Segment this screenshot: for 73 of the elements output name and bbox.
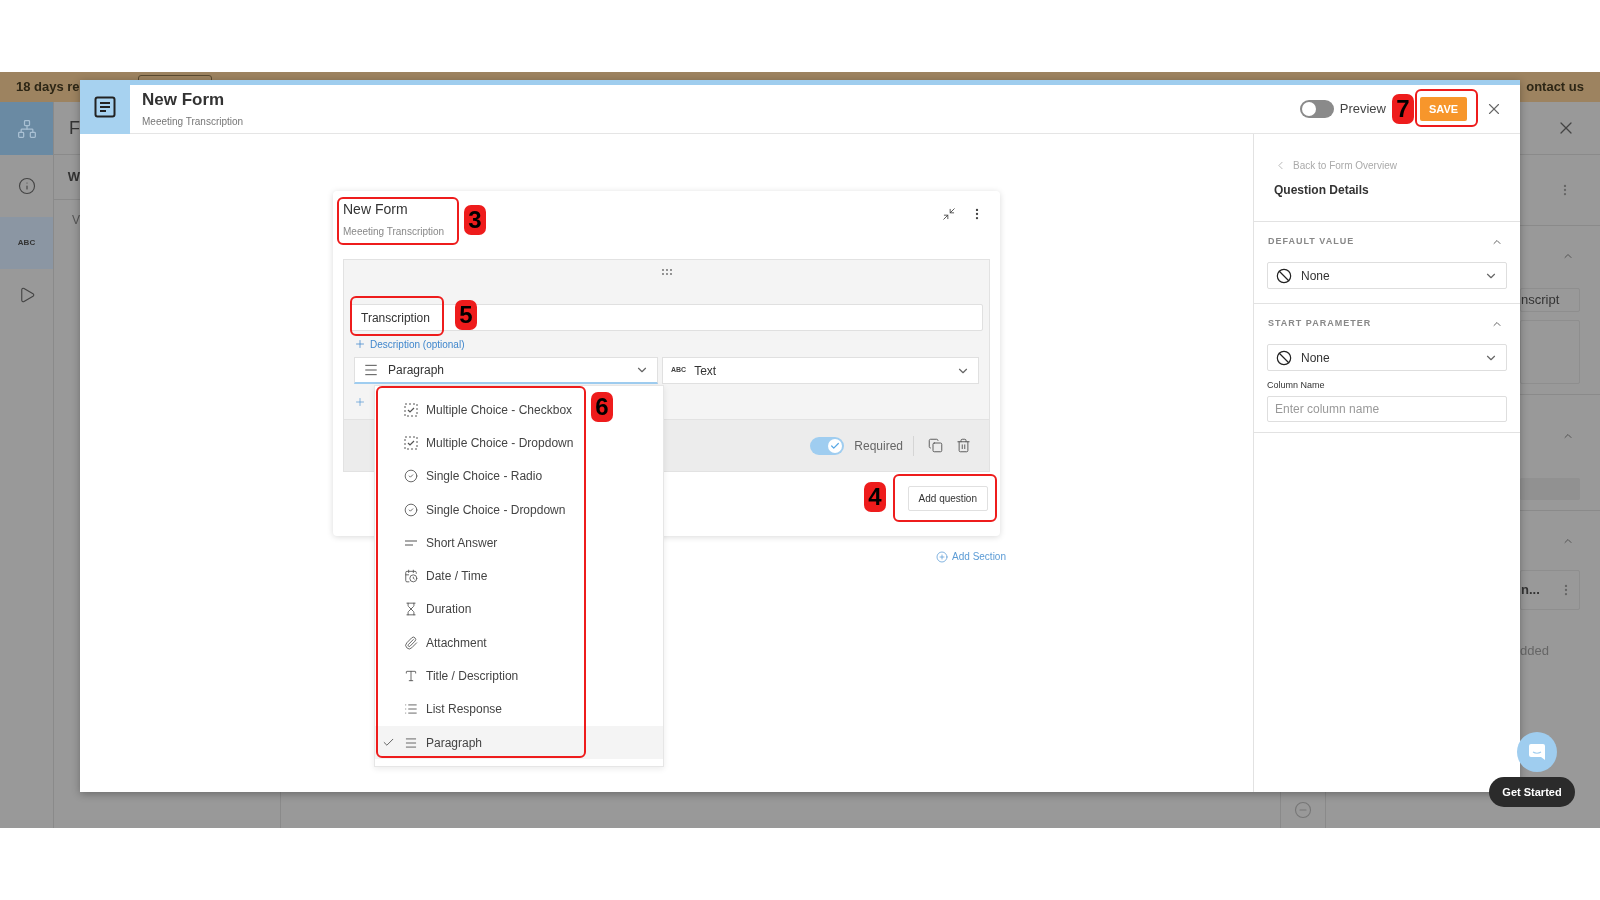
plus-icon	[354, 338, 366, 350]
dashed-checkbox-icon	[404, 402, 418, 417]
section-heading: DEFAULT VALUE	[1268, 235, 1355, 249]
network-icon[interactable]	[16, 118, 37, 139]
menu-item[interactable]: Title / Description	[380, 659, 582, 693]
dashed-checkbox-icon	[404, 435, 418, 450]
paperclip-icon	[404, 635, 418, 650]
value-select[interactable]: None	[1267, 344, 1507, 371]
document-icon	[94, 95, 116, 118]
menu-item[interactable]: Single Choice - Dropdown	[380, 492, 582, 527]
collapse-icon[interactable]	[942, 207, 956, 221]
preview-toggle[interactable]	[1299, 100, 1334, 118]
circle-check-icon	[404, 469, 418, 484]
text-type-icon	[404, 669, 418, 683]
plus-circle-icon	[936, 550, 949, 563]
menu-item[interactable]: Short Answer	[380, 526, 582, 560]
dialog-subtitle: Meeeting Transcription	[142, 114, 244, 129]
none-icon	[1276, 349, 1292, 366]
menu-item[interactable]: Date / Time	[380, 559, 582, 593]
input-field[interactable]: nscript	[1520, 288, 1580, 312]
section-heading: START PARAMETER	[1268, 317, 1372, 331]
add-description-link[interactable]: Description (optional)	[354, 336, 465, 352]
banner-link[interactable]: ontact us	[1526, 77, 1584, 97]
item-card[interactable]: n...	[1520, 570, 1580, 610]
drag-handle-icon[interactable]	[661, 269, 672, 275]
duplicate-icon[interactable]	[928, 438, 943, 453]
circle-check-icon	[404, 502, 418, 517]
lines-icon	[363, 362, 379, 378]
field-label: Column Name	[1267, 379, 1326, 392]
menu-item[interactable]: Paragraph	[375, 725, 663, 760]
value-select[interactable]: None	[1267, 262, 1507, 289]
chat-bubble-icon	[1528, 743, 1546, 761]
label-text: V	[72, 212, 80, 229]
menu-item[interactable]: Attachment	[380, 626, 582, 660]
short-lines-icon	[404, 538, 418, 547]
panel-title: Question Details	[1274, 182, 1370, 199]
minus-circle-icon[interactable]	[1294, 801, 1312, 819]
get-started-button[interactable]: Get Started	[1489, 777, 1575, 807]
question-type-select[interactable]: Paragraph	[354, 357, 658, 384]
column-name-field[interactable]: Enter column name	[1267, 395, 1507, 422]
step-badge: 7	[1392, 94, 1414, 124]
add-question-button[interactable]: Add question	[907, 486, 988, 511]
required-toggle[interactable]	[810, 436, 845, 455]
step-badge: 5	[455, 300, 477, 330]
step-badge: 6	[591, 392, 613, 422]
none-icon	[1276, 267, 1292, 284]
menu-item[interactable]: Multiple Choice - Dropdown	[380, 426, 582, 460]
banner-text: 18 days re	[16, 78, 80, 97]
menu-item[interactable]: Single Choice - Radio	[380, 459, 582, 493]
info-icon[interactable]	[17, 177, 36, 195]
required-label: Required	[854, 437, 903, 455]
step-badge: 4	[864, 482, 886, 512]
tab-text: W	[67, 168, 80, 187]
lines-icon	[404, 735, 418, 750]
menu-item[interactable]: Duration	[380, 592, 582, 627]
preview-label: Preview	[1339, 100, 1386, 119]
text-area[interactable]	[1520, 320, 1580, 384]
step-badge: 3	[464, 205, 486, 235]
hourglass-icon	[404, 602, 418, 617]
dialog-title: New Form	[142, 89, 226, 110]
highlight-frame	[1415, 89, 1478, 127]
menu-item[interactable]: List Response	[380, 692, 582, 726]
menu-item[interactable]: Multiple Choice - Checkbox	[380, 393, 582, 427]
form-title: New Form	[343, 200, 409, 219]
add-icon[interactable]	[354, 395, 366, 408]
delete-icon[interactable]	[956, 438, 971, 453]
sidebar-badge[interactable]: ABC	[17, 237, 36, 249]
check-icon	[830, 440, 841, 451]
calendar-clock-icon	[404, 569, 418, 584]
page-title-text: F	[69, 116, 80, 140]
input-field[interactable]	[1520, 478, 1580, 500]
form-subtitle: Meeeting Transcription	[343, 225, 445, 239]
list-icon	[404, 702, 418, 717]
